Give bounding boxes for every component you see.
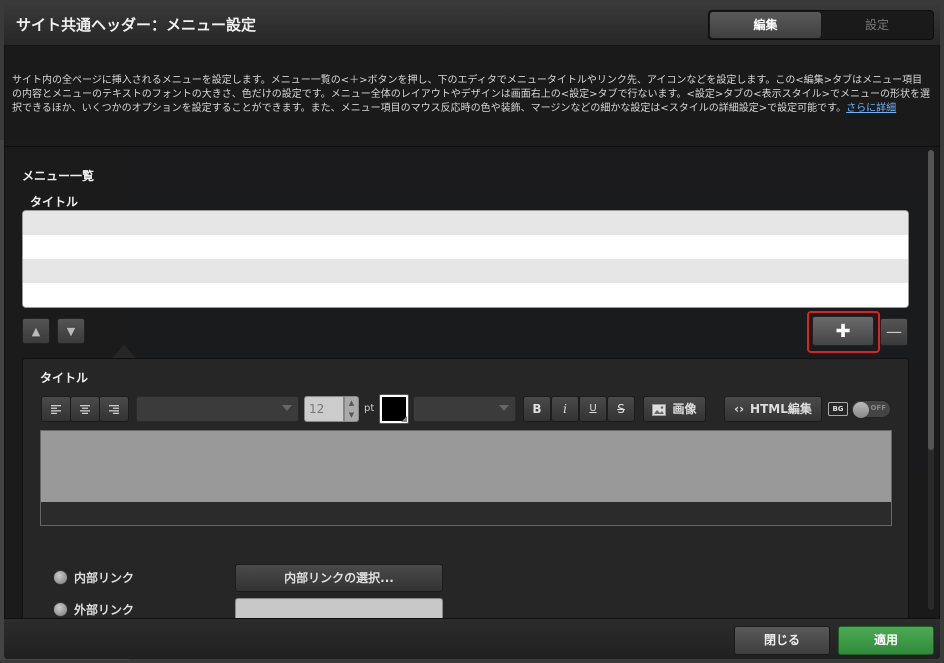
- menu-list-column-title: タイトル: [30, 195, 79, 209]
- align-center-icon: [80, 405, 90, 414]
- bg-toggle[interactable]: OFF: [851, 400, 891, 418]
- scrollbar-thumb[interactable]: [928, 150, 934, 450]
- underline-button[interactable]: U: [579, 396, 607, 422]
- chevron-down-icon: [499, 405, 509, 411]
- tab-settings[interactable]: 設定: [822, 12, 932, 38]
- editor-title-label: タイトル: [40, 371, 89, 385]
- align-center-button[interactable]: [70, 396, 100, 422]
- close-button[interactable]: 閉じる: [734, 626, 830, 655]
- align-left-button[interactable]: [41, 396, 71, 422]
- list-item[interactable]: [23, 283, 908, 307]
- align-right-button[interactable]: [99, 396, 129, 422]
- align-left-icon: [51, 405, 61, 414]
- strikethrough-button[interactable]: S: [607, 396, 635, 422]
- italic-button[interactable]: i: [551, 396, 579, 422]
- toggle-state: OFF: [870, 404, 886, 412]
- add-menu-item-button[interactable]: ✚: [812, 316, 874, 346]
- select-internal-link-button[interactable]: 内部リンクの選択...: [235, 564, 443, 592]
- plus-icon: ✚: [835, 321, 851, 342]
- font-size-unit: pt: [364, 403, 375, 414]
- image-icon: [652, 403, 667, 416]
- font-family-select[interactable]: [136, 396, 299, 422]
- external-link-radio[interactable]: [53, 602, 68, 617]
- insert-image-label: 画像: [672, 402, 697, 416]
- apply-button[interactable]: 適用: [838, 626, 934, 655]
- chevron-down-icon: [282, 405, 292, 411]
- list-item[interactable]: [23, 235, 908, 259]
- html-edit-label: HTML編集: [750, 402, 812, 416]
- menu-list[interactable]: [22, 210, 909, 308]
- triangle-down-icon: ▼: [66, 325, 76, 338]
- description-body: サイト内の全ページに挿入されるメニューを設定します。メニュー一覧の<＋>ボタンを…: [12, 75, 930, 114]
- html-edit-button[interactable]: ‹› HTML編集: [724, 396, 822, 422]
- editor-status-bar: [41, 502, 891, 525]
- panel-pointer: [112, 345, 136, 358]
- dropdown-corner-icon: [401, 416, 407, 422]
- external-link-label: 外部リンク: [74, 603, 135, 617]
- style-select[interactable]: [413, 396, 516, 422]
- bg-badge: BG: [828, 402, 848, 416]
- more-details-link[interactable]: さらに詳細: [846, 103, 896, 114]
- bold-button[interactable]: B: [523, 396, 551, 422]
- minus-icon: —: [886, 322, 902, 341]
- text-color-picker[interactable]: [379, 394, 409, 424]
- tab-edit[interactable]: 編集: [710, 12, 821, 38]
- internal-link-radio[interactable]: [53, 570, 68, 585]
- dialog-title: サイト共通ヘッダー：メニュー設定: [16, 16, 257, 34]
- font-size-stepper[interactable]: ▲ ▼: [344, 396, 359, 422]
- internal-link-label: 内部リンク: [74, 571, 135, 585]
- font-size-input[interactable]: 12: [304, 396, 344, 422]
- code-icon: ‹›: [734, 402, 745, 416]
- list-item[interactable]: [23, 211, 908, 235]
- description-text: サイト内の全ページに挿入されるメニューを設定します。メニュー一覧の<＋>ボタンを…: [12, 74, 930, 116]
- move-up-button[interactable]: ▲: [22, 318, 50, 344]
- align-right-icon: [109, 405, 119, 414]
- divider: [4, 146, 940, 147]
- toggle-knob: [853, 402, 869, 418]
- remove-menu-item-button[interactable]: —: [880, 318, 908, 346]
- triangle-up-icon: ▲: [31, 325, 41, 338]
- menu-list-heading: メニュー一覧: [22, 169, 95, 183]
- list-item[interactable]: [23, 259, 908, 283]
- move-down-button[interactable]: ▼: [57, 318, 85, 344]
- insert-image-button[interactable]: 画像: [643, 396, 706, 422]
